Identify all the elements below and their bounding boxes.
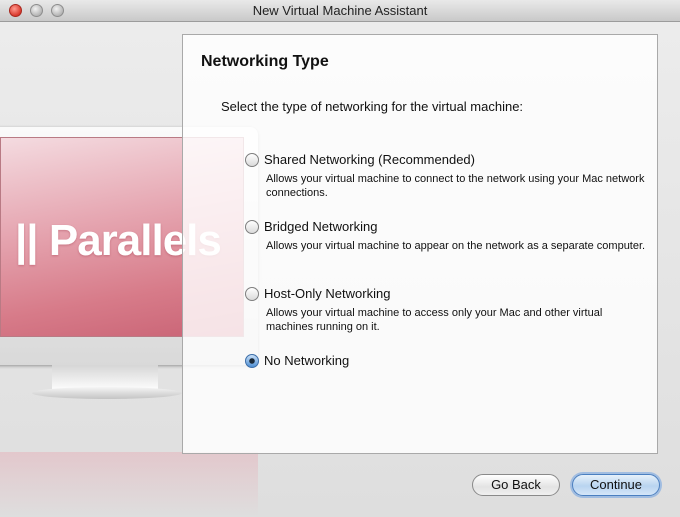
- radio-host-only-networking[interactable]: [245, 287, 259, 301]
- option-description: Allows your virtual machine to access on…: [266, 307, 603, 333]
- option-label[interactable]: No Networking: [264, 353, 349, 368]
- window-content: || Parallels Networking Type Select the …: [0, 22, 680, 517]
- option-description: Allows your virtual machine to appear on…: [266, 240, 646, 252]
- continue-button[interactable]: Continue: [572, 474, 660, 496]
- option-label[interactable]: Bridged Networking: [264, 219, 377, 234]
- panel-title: Networking Type: [201, 53, 329, 70]
- option-label[interactable]: Shared Networking (Recommended): [264, 152, 475, 167]
- monitor-reflection: [0, 452, 258, 517]
- go-back-button[interactable]: Go Back: [472, 474, 560, 496]
- monitor-base: [32, 387, 182, 399]
- option-description: Allows your virtual machine to connect t…: [266, 173, 645, 199]
- networking-type-panel: Networking Type Select the type of netwo…: [182, 34, 658, 454]
- radio-shared-networking[interactable]: [245, 153, 259, 167]
- title-bar: New Virtual Machine Assistant: [0, 0, 680, 22]
- radio-no-networking[interactable]: [245, 354, 259, 368]
- option-label[interactable]: Host-Only Networking: [264, 286, 390, 301]
- radio-bridged-networking[interactable]: [245, 220, 259, 234]
- window-title: New Virtual Machine Assistant: [252, 3, 428, 18]
- instruction-text: Select the type of networking for the vi…: [221, 99, 524, 114]
